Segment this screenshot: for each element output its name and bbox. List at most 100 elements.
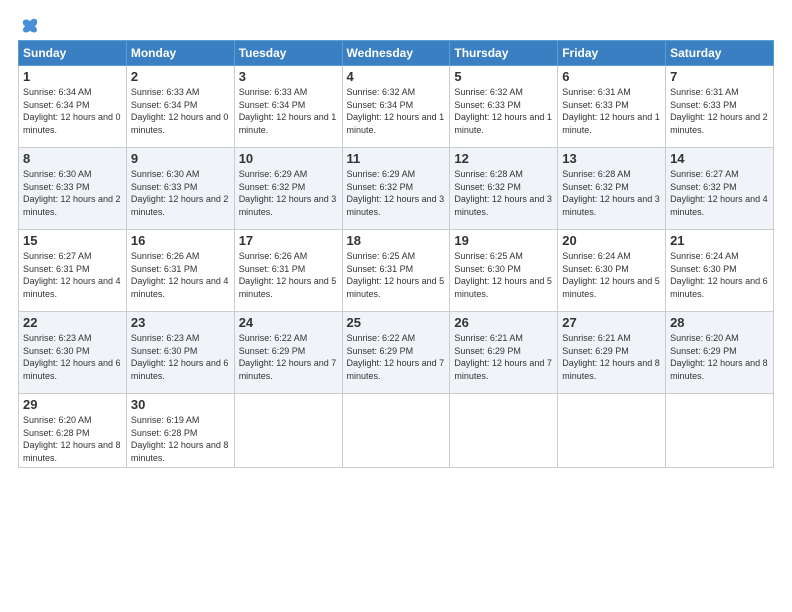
calendar-cell: 23 Sunrise: 6:23 AMSunset: 6:30 PMDaylig… [126,312,234,394]
day-info: Sunrise: 6:22 AMSunset: 6:29 PMDaylight:… [239,333,337,381]
calendar-cell [666,394,774,468]
day-info: Sunrise: 6:28 AMSunset: 6:32 PMDaylight:… [562,169,660,217]
day-number: 6 [562,69,661,84]
day-info: Sunrise: 6:28 AMSunset: 6:32 PMDaylight:… [454,169,552,217]
day-number: 12 [454,151,553,166]
day-number: 28 [670,315,769,330]
calendar-cell [342,394,450,468]
logo-bird-icon [20,18,40,34]
day-info: Sunrise: 6:30 AMSunset: 6:33 PMDaylight:… [23,169,121,217]
calendar-cell: 12 Sunrise: 6:28 AMSunset: 6:32 PMDaylig… [450,148,558,230]
day-info: Sunrise: 6:25 AMSunset: 6:31 PMDaylight:… [347,251,445,299]
calendar-cell: 25 Sunrise: 6:22 AMSunset: 6:29 PMDaylig… [342,312,450,394]
day-number: 7 [670,69,769,84]
weekday-header-friday: Friday [558,41,666,66]
day-info: Sunrise: 6:29 AMSunset: 6:32 PMDaylight:… [347,169,445,217]
calendar-cell: 3 Sunrise: 6:33 AMSunset: 6:34 PMDayligh… [234,66,342,148]
day-number: 22 [23,315,122,330]
calendar-cell: 28 Sunrise: 6:20 AMSunset: 6:29 PMDaylig… [666,312,774,394]
day-info: Sunrise: 6:24 AMSunset: 6:30 PMDaylight:… [562,251,660,299]
calendar-cell: 11 Sunrise: 6:29 AMSunset: 6:32 PMDaylig… [342,148,450,230]
day-info: Sunrise: 6:33 AMSunset: 6:34 PMDaylight:… [239,87,337,135]
calendar-cell: 29 Sunrise: 6:20 AMSunset: 6:28 PMDaylig… [19,394,127,468]
day-number: 26 [454,315,553,330]
calendar-cell: 6 Sunrise: 6:31 AMSunset: 6:33 PMDayligh… [558,66,666,148]
day-info: Sunrise: 6:30 AMSunset: 6:33 PMDaylight:… [131,169,229,217]
calendar-cell: 21 Sunrise: 6:24 AMSunset: 6:30 PMDaylig… [666,230,774,312]
calendar-cell: 24 Sunrise: 6:22 AMSunset: 6:29 PMDaylig… [234,312,342,394]
day-number: 16 [131,233,230,248]
calendar-cell [558,394,666,468]
day-number: 13 [562,151,661,166]
calendar-cell: 22 Sunrise: 6:23 AMSunset: 6:30 PMDaylig… [19,312,127,394]
calendar-cell: 2 Sunrise: 6:33 AMSunset: 6:34 PMDayligh… [126,66,234,148]
day-number: 23 [131,315,230,330]
calendar-cell: 10 Sunrise: 6:29 AMSunset: 6:32 PMDaylig… [234,148,342,230]
day-info: Sunrise: 6:33 AMSunset: 6:34 PMDaylight:… [131,87,229,135]
calendar-cell [234,394,342,468]
day-number: 18 [347,233,446,248]
weekday-header-thursday: Thursday [450,41,558,66]
day-number: 17 [239,233,338,248]
calendar-cell: 30 Sunrise: 6:19 AMSunset: 6:28 PMDaylig… [126,394,234,468]
calendar-cell: 7 Sunrise: 6:31 AMSunset: 6:33 PMDayligh… [666,66,774,148]
day-number: 14 [670,151,769,166]
logo [18,18,40,34]
day-info: Sunrise: 6:31 AMSunset: 6:33 PMDaylight:… [670,87,768,135]
day-info: Sunrise: 6:32 AMSunset: 6:34 PMDaylight:… [347,87,445,135]
weekday-header-row: SundayMondayTuesdayWednesdayThursdayFrid… [19,41,774,66]
calendar-week-row: 8 Sunrise: 6:30 AMSunset: 6:33 PMDayligh… [19,148,774,230]
calendar-cell: 26 Sunrise: 6:21 AMSunset: 6:29 PMDaylig… [450,312,558,394]
weekday-header-tuesday: Tuesday [234,41,342,66]
day-number: 9 [131,151,230,166]
day-info: Sunrise: 6:26 AMSunset: 6:31 PMDaylight:… [239,251,337,299]
weekday-header-monday: Monday [126,41,234,66]
day-info: Sunrise: 6:25 AMSunset: 6:30 PMDaylight:… [454,251,552,299]
calendar-table: SundayMondayTuesdayWednesdayThursdayFrid… [18,40,774,468]
day-number: 8 [23,151,122,166]
calendar-cell: 14 Sunrise: 6:27 AMSunset: 6:32 PMDaylig… [666,148,774,230]
calendar-cell: 13 Sunrise: 6:28 AMSunset: 6:32 PMDaylig… [558,148,666,230]
day-info: Sunrise: 6:20 AMSunset: 6:29 PMDaylight:… [670,333,768,381]
page: SundayMondayTuesdayWednesdayThursdayFrid… [0,0,792,478]
day-info: Sunrise: 6:27 AMSunset: 6:31 PMDaylight:… [23,251,121,299]
calendar-cell: 5 Sunrise: 6:32 AMSunset: 6:33 PMDayligh… [450,66,558,148]
day-info: Sunrise: 6:27 AMSunset: 6:32 PMDaylight:… [670,169,768,217]
day-number: 5 [454,69,553,84]
day-info: Sunrise: 6:22 AMSunset: 6:29 PMDaylight:… [347,333,445,381]
day-number: 4 [347,69,446,84]
day-info: Sunrise: 6:20 AMSunset: 6:28 PMDaylight:… [23,415,121,463]
day-info: Sunrise: 6:26 AMSunset: 6:31 PMDaylight:… [131,251,229,299]
calendar-cell [450,394,558,468]
header [18,18,774,34]
day-info: Sunrise: 6:23 AMSunset: 6:30 PMDaylight:… [23,333,121,381]
day-info: Sunrise: 6:29 AMSunset: 6:32 PMDaylight:… [239,169,337,217]
calendar-cell: 27 Sunrise: 6:21 AMSunset: 6:29 PMDaylig… [558,312,666,394]
day-number: 10 [239,151,338,166]
day-number: 21 [670,233,769,248]
day-number: 29 [23,397,122,412]
day-info: Sunrise: 6:34 AMSunset: 6:34 PMDaylight:… [23,87,121,135]
calendar-week-row: 15 Sunrise: 6:27 AMSunset: 6:31 PMDaylig… [19,230,774,312]
day-number: 11 [347,151,446,166]
calendar-cell: 16 Sunrise: 6:26 AMSunset: 6:31 PMDaylig… [126,230,234,312]
calendar-cell: 15 Sunrise: 6:27 AMSunset: 6:31 PMDaylig… [19,230,127,312]
day-number: 15 [23,233,122,248]
day-number: 19 [454,233,553,248]
day-number: 20 [562,233,661,248]
day-number: 24 [239,315,338,330]
calendar-cell: 18 Sunrise: 6:25 AMSunset: 6:31 PMDaylig… [342,230,450,312]
calendar-week-row: 22 Sunrise: 6:23 AMSunset: 6:30 PMDaylig… [19,312,774,394]
calendar-cell: 8 Sunrise: 6:30 AMSunset: 6:33 PMDayligh… [19,148,127,230]
day-number: 1 [23,69,122,84]
weekday-header-sunday: Sunday [19,41,127,66]
calendar-week-row: 29 Sunrise: 6:20 AMSunset: 6:28 PMDaylig… [19,394,774,468]
calendar-cell: 1 Sunrise: 6:34 AMSunset: 6:34 PMDayligh… [19,66,127,148]
calendar-cell: 4 Sunrise: 6:32 AMSunset: 6:34 PMDayligh… [342,66,450,148]
day-info: Sunrise: 6:24 AMSunset: 6:30 PMDaylight:… [670,251,768,299]
calendar-cell: 19 Sunrise: 6:25 AMSunset: 6:30 PMDaylig… [450,230,558,312]
day-info: Sunrise: 6:21 AMSunset: 6:29 PMDaylight:… [562,333,660,381]
weekday-header-saturday: Saturday [666,41,774,66]
calendar-cell: 17 Sunrise: 6:26 AMSunset: 6:31 PMDaylig… [234,230,342,312]
day-info: Sunrise: 6:32 AMSunset: 6:33 PMDaylight:… [454,87,552,135]
